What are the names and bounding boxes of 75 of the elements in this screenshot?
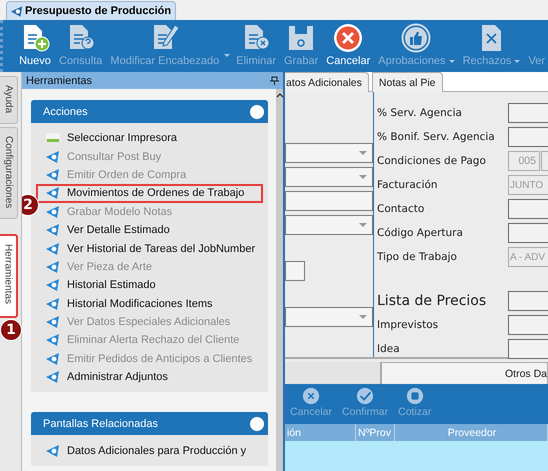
- cancel-icon: [302, 387, 320, 405]
- side-tab[interactable]: Herramientas: [0, 234, 18, 318]
- input-field[interactable]: [508, 199, 548, 219]
- input-field[interactable]: [508, 127, 548, 147]
- action-item[interactable]: Historial Modificaciones Items: [36, 294, 264, 313]
- check-icon: [356, 387, 374, 405]
- app-logo-icon: [45, 352, 61, 366]
- input-field[interactable]: [285, 261, 305, 281]
- thumbs-up-icon: [401, 23, 432, 53]
- field-label: Contacto: [377, 203, 426, 215]
- step-badge: 2: [22, 194, 39, 216]
- bottom-tab[interactable]: Otros Da: [381, 362, 548, 384]
- app-logo-icon: [10, 5, 24, 18]
- panel-title: Herramientas: [26, 74, 92, 86]
- input-field[interactable]: [508, 103, 548, 123]
- dropdown-field[interactable]: [285, 143, 373, 163]
- action-item[interactable]: Ver Detalle Estimado: [36, 220, 264, 240]
- input-field[interactable]: [508, 223, 548, 243]
- action-item[interactable]: Historial Estimado: [36, 276, 264, 295]
- field-label: Código Apertura: [377, 227, 464, 239]
- toolbar-button[interactable]: Cancelar: [322, 23, 374, 67]
- field-label: % Bonif. Serv. Agencia: [377, 131, 496, 143]
- app-logo-icon: [45, 186, 61, 200]
- action-item[interactable]: Administrar Adjuntos: [36, 368, 264, 386]
- input-field: JUNTO: [508, 175, 548, 195]
- action-item[interactable]: Datos Adicionales para Producción y: [36, 441, 264, 460]
- app-logo-icon: [45, 370, 61, 384]
- cancel-icon: [333, 23, 364, 53]
- section-header[interactable]: Acciones: [31, 100, 268, 123]
- scroll-up-icon[interactable]: [276, 93, 283, 98]
- app-logo-icon: [45, 444, 61, 458]
- input-field[interactable]: [285, 191, 373, 211]
- field-label: Imprevistos: [377, 319, 440, 331]
- app-logo-icon: [45, 150, 61, 164]
- app-logo-icon: [45, 278, 61, 292]
- app-logo-icon: [45, 223, 61, 238]
- document-title: Presupuesto de Producción: [25, 5, 172, 17]
- step-badge: 1: [0, 319, 22, 342]
- toolbar-button[interactable]: Nuevo: [15, 23, 55, 67]
- app-logo-icon: [45, 315, 61, 330]
- field-label: Facturación: [377, 179, 439, 191]
- app-logo-icon: [45, 204, 61, 219]
- field-label: % Serv. Agencia: [377, 107, 463, 119]
- form-tab[interactable]: atos Adicionales: [285, 72, 369, 92]
- action-item[interactable]: Ver Historial de Tareas del JobNumber: [36, 239, 264, 258]
- pin-icon[interactable]: [270, 76, 279, 85]
- form-tab[interactable]: Notas al Pie: [372, 72, 443, 92]
- circle-icon: [406, 387, 424, 405]
- field-label: Tipo de Trabajo: [377, 251, 458, 263]
- section-header[interactable]: Pantallas Relacionadas: [31, 412, 268, 436]
- collapse-icon[interactable]: [250, 416, 264, 431]
- field-label: Idea: [377, 343, 401, 355]
- collapse-icon[interactable]: [250, 104, 264, 118]
- side-tab[interactable]: Configuraciones: [0, 127, 18, 220]
- side-tab[interactable]: Ayuda: [0, 76, 18, 124]
- action-item[interactable]: Seleccionar Impresora: [36, 129, 264, 148]
- app-logo-icon: [45, 333, 61, 348]
- app-logo-icon: [45, 260, 61, 274]
- dropdown-field[interactable]: [285, 167, 373, 187]
- input-field[interactable]: [508, 291, 548, 311]
- field-label: Condiciones de Pago: [377, 155, 487, 167]
- dropdown-field[interactable]: [285, 215, 373, 235]
- printer-icon: [45, 133, 61, 144]
- document-tab[interactable]: Presupuesto de Producción: [6, 1, 176, 20]
- app-logo-icon: [45, 242, 61, 256]
- input-field[interactable]: [508, 315, 548, 335]
- input-field[interactable]: [508, 339, 548, 359]
- field-label: Lista de Precios: [377, 293, 488, 309]
- app-logo-icon: [45, 168, 61, 182]
- dropdown-field[interactable]: [285, 307, 373, 327]
- input-field: A - ADV: [508, 247, 548, 267]
- action-item[interactable]: Movimientos de Ordenes de Trabajo: [36, 184, 264, 203]
- scrollbar[interactable]: [276, 89, 283, 471]
- code-field: 005: [508, 151, 540, 171]
- app-logo-icon: [45, 296, 61, 311]
